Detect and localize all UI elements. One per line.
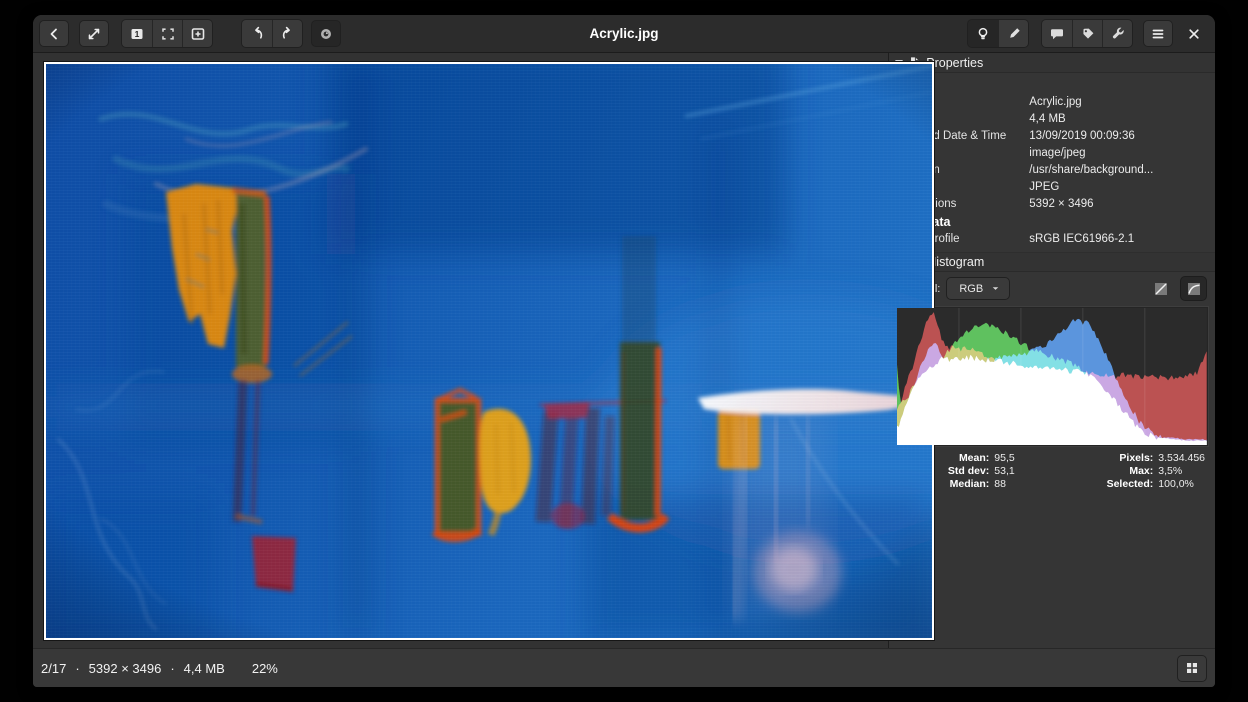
chevron-down-icon (990, 283, 1001, 294)
viewer-canvas[interactable] (33, 53, 889, 648)
toolbar-right (967, 19, 1209, 48)
stat-value: 95,5 (994, 452, 1052, 465)
view-mode-group (967, 19, 1029, 48)
channel-dropdown[interactable]: RGB (946, 277, 1010, 300)
linear-histogram-icon (1154, 282, 1168, 296)
zoom-controls-group: 1 (121, 19, 213, 48)
histogram-stats: Mean:95,5Pixels:3.534.456Std dev:53,1Max… (889, 446, 1215, 491)
log-scale-button[interactable] (1180, 276, 1207, 301)
browser-view-button[interactable] (1177, 655, 1207, 682)
linear-scale-button[interactable] (1147, 276, 1174, 301)
menu-button[interactable] (1143, 20, 1173, 47)
tag-icon (1080, 26, 1096, 42)
properties-list: FileNameAcrylic.jpgSize4,4 MBModified Da… (889, 73, 1215, 252)
headerbar: Acrylic.jpg 1 (33, 15, 1215, 53)
stat-value: 88 (994, 478, 1052, 491)
tools-button[interactable] (1102, 20, 1132, 47)
property-value: 5392 × 3496 (1029, 196, 1209, 213)
property-row: Dimensions5392 × 3496 (889, 196, 1215, 213)
properties-button[interactable] (968, 20, 998, 47)
histogram-section-header[interactable]: Histogram (889, 252, 1215, 272)
property-value: Acrylic.jpg (1029, 94, 1209, 111)
painting-acrylic (46, 64, 932, 638)
stat-label: Pixels: (1057, 452, 1153, 465)
fit-window-icon (160, 26, 176, 42)
disc-icon (318, 26, 334, 42)
separator-dot: · (170, 661, 174, 676)
comment-button[interactable] (1042, 20, 1072, 47)
wrench-icon (1110, 26, 1126, 42)
property-value: 4,4 MB (1029, 111, 1209, 128)
stat-value: 3,5% (1158, 465, 1205, 478)
property-value: JPEG (1029, 179, 1209, 196)
desktop-background: Acrylic.jpg 1 (0, 0, 1248, 702)
properties-section-header[interactable]: Properties (889, 53, 1215, 73)
zoom-100-button[interactable]: 1 (122, 20, 152, 47)
property-row: FormatJPEG (889, 179, 1215, 196)
rotate-left-icon (249, 26, 265, 42)
property-value: /usr/share/background... (1029, 162, 1209, 179)
stat-label: Max: (1057, 465, 1153, 478)
fullscreen-button[interactable] (79, 20, 109, 47)
zoom-in-button[interactable] (182, 20, 212, 47)
rotate-right-button[interactable] (272, 20, 302, 47)
histogram-controls: Channel: RGB (889, 272, 1215, 305)
histogram-header-label: Histogram (927, 255, 984, 269)
property-row: Modified Date & Time13/09/2019 00:09:36 (889, 128, 1215, 145)
status-dimensions: 5392 × 3496 (89, 661, 162, 676)
lightbulb-icon (975, 26, 991, 42)
zoom-100-icon: 1 (129, 26, 145, 42)
edit-file-button[interactable] (998, 20, 1028, 47)
sidebar-panel: Properties FileNameAcrylic.jpgSize4,4 MB… (889, 53, 1215, 648)
status-position: 2/17 (41, 661, 66, 676)
stat-value: 3.534.456 (1158, 452, 1205, 465)
property-row: NameAcrylic.jpg (889, 94, 1215, 111)
channel-value: RGB (959, 283, 983, 295)
property-value: sRGB IEC61966-2.1 (1029, 231, 1209, 248)
hamburger-icon (1150, 26, 1166, 42)
slideshow-button[interactable] (311, 20, 341, 47)
statusbar: 2/17 · 5392 × 3496 · 4,4 MB 22% (33, 648, 1215, 687)
zoom-in-icon (190, 26, 206, 42)
status-zoom-level: 22% (252, 661, 278, 676)
svg-text:1: 1 (135, 29, 140, 39)
separator-dot: · (75, 661, 79, 676)
annotation-group (1041, 19, 1133, 48)
properties-header-label: Properties (926, 56, 983, 70)
expand-icon (86, 26, 102, 42)
close-button[interactable] (1179, 20, 1209, 47)
property-row: Color ProfilesRGB IEC61966-2.1 (889, 231, 1215, 248)
rotate-left-button[interactable] (242, 20, 272, 47)
brush-icon (1006, 26, 1022, 42)
property-row: Size4,4 MB (889, 111, 1215, 128)
comment-icon (1049, 26, 1065, 42)
app-window: Acrylic.jpg 1 (33, 15, 1215, 687)
section-title: File (889, 76, 1215, 94)
property-row: Typeimage/jpeg (889, 145, 1215, 162)
property-value: 13/09/2019 00:09:36 (1029, 128, 1209, 145)
stat-label: Selected: (1057, 478, 1153, 491)
histogram-graph[interactable] (896, 307, 1208, 446)
image-frame (44, 62, 934, 640)
zoom-fit-button[interactable] (152, 20, 182, 47)
log-histogram-icon (1187, 282, 1201, 296)
grid-icon (1184, 660, 1200, 676)
rotate-controls-group (241, 19, 303, 48)
stat-value: 100,0% (1158, 478, 1205, 491)
rotate-right-icon (280, 26, 296, 42)
property-value: image/jpeg (1029, 145, 1209, 162)
chevron-left-icon (46, 26, 62, 42)
toolbar-left: 1 (39, 19, 341, 48)
status-filesize: 4,4 MB (184, 661, 225, 676)
tags-button[interactable] (1072, 20, 1102, 47)
back-button[interactable] (39, 20, 69, 47)
close-icon (1186, 26, 1202, 42)
property-row: Location/usr/share/background... (889, 162, 1215, 179)
stat-value: 53,1 (994, 465, 1052, 478)
section-title: Metadata (889, 213, 1215, 231)
